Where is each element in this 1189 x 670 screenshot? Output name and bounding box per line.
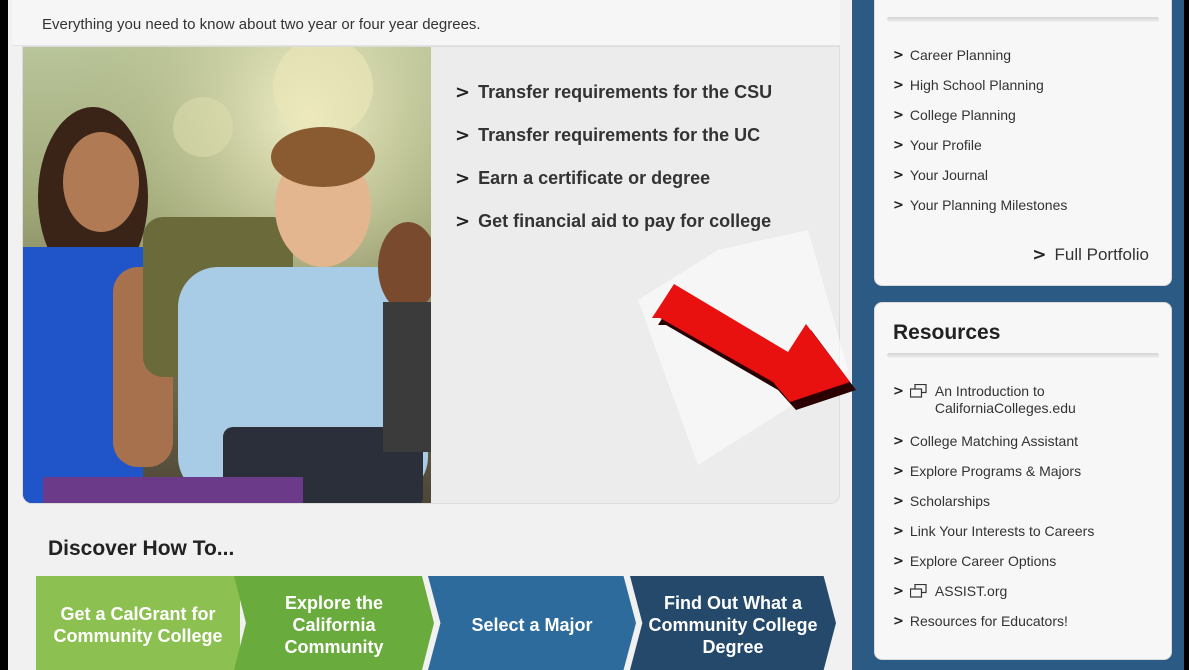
resource-item-label: An Introduction to CaliforniaColleges.ed… xyxy=(934,383,1076,416)
portfolio-item-label: Your Planning Milestones xyxy=(909,197,1068,213)
chevron-right-icon: > xyxy=(455,211,471,232)
chevron-right-icon: > xyxy=(893,434,904,449)
chevron-right-icon: > xyxy=(893,78,904,93)
portfolio-item-label: College Planning xyxy=(909,107,1016,123)
hero-subtitle: Everything you need to know about two ye… xyxy=(42,16,481,33)
portfolio-item-label: High School Planning xyxy=(909,77,1044,93)
portfolio-panel: > Career Planning > High School Planning >… xyxy=(874,0,1172,286)
step-label: Explore the California Community xyxy=(284,593,384,657)
chevron-right-icon: > xyxy=(1032,245,1047,265)
portfolio-item-milestones[interactable]: > Your Planning Milestones xyxy=(893,197,1067,227)
chevron-right-icon: > xyxy=(893,48,904,63)
resource-item-label: Resources for Educators! xyxy=(909,613,1068,629)
hero-link-uc[interactable]: > Transfer requirements for the UC xyxy=(455,114,772,157)
portfolio-item-career-planning[interactable]: > Career Planning xyxy=(893,47,1067,77)
chevron-right-icon: > xyxy=(893,464,904,479)
resource-item-label: ASSIST.org xyxy=(934,583,1008,599)
step-explore-ccc[interactable]: Explore the California Community xyxy=(234,576,434,670)
hero-link-certificate[interactable]: > Earn a certificate or degree xyxy=(455,157,772,200)
hero-header: Everything you need to know about two ye… xyxy=(12,0,840,46)
external-window-icon xyxy=(909,384,927,398)
red-arrow-annotation-icon xyxy=(618,230,878,470)
resource-item-interests[interactable]: > Link Your Interests to Careers xyxy=(893,523,1095,553)
chevron-right-icon: > xyxy=(893,384,904,399)
chevron-right-icon: > xyxy=(893,198,904,213)
resource-item-assist[interactable]: > ASSIST.org xyxy=(893,583,1095,613)
hero-link-label: Transfer requirements for the CSU xyxy=(478,82,773,102)
full-portfolio-link[interactable]: > Full Portfolio xyxy=(1032,245,1149,265)
step-calgrant[interactable]: Get a CalGrant for Community College xyxy=(36,576,240,670)
resource-item-scholarships[interactable]: > Scholarships xyxy=(893,493,1095,523)
resources-panel: Resources > An Introduction to California… xyxy=(874,302,1172,660)
chevron-right-icon: > xyxy=(455,82,471,103)
chevron-right-icon: > xyxy=(893,554,904,569)
page: Everything you need to know about two ye… xyxy=(8,0,1184,670)
portfolio-item-journal[interactable]: > Your Journal xyxy=(893,167,1067,197)
portfolio-list: > Career Planning > High School Planning >… xyxy=(893,47,1067,227)
chevron-right-icon: > xyxy=(893,138,904,153)
hero-link-label: Transfer requirements for the UC xyxy=(478,125,761,145)
chevron-right-icon: > xyxy=(893,614,904,629)
resources-list: > An Introduction to CaliforniaColleges.e… xyxy=(893,379,1095,643)
step-select-major[interactable]: Select a Major xyxy=(428,576,636,670)
chevron-right-icon: > xyxy=(893,168,904,183)
chevron-right-icon: > xyxy=(455,168,471,189)
chevron-right-icon: > xyxy=(893,584,904,599)
resource-item-matching[interactable]: > College Matching Assistant xyxy=(893,433,1095,463)
resource-item-career-options[interactable]: > Explore Career Options xyxy=(893,553,1095,583)
resource-item-educators[interactable]: > Resources for Educators! xyxy=(893,613,1095,643)
resource-item-label: College Matching Assistant xyxy=(909,433,1078,449)
resource-item-intro[interactable]: > An Introduction to CaliforniaColleges.e… xyxy=(893,379,1095,433)
resource-item-label: Link Your Interests to Careers xyxy=(909,523,1095,539)
resource-item-programs[interactable]: > Explore Programs & Majors xyxy=(893,463,1095,493)
chevron-right-icon: > xyxy=(893,524,904,539)
portfolio-item-high-school[interactable]: > High School Planning xyxy=(893,77,1067,107)
hero-link-label: Get financial aid to pay for college xyxy=(478,211,772,231)
portfolio-item-label: Career Planning xyxy=(909,47,1012,63)
divider xyxy=(887,17,1159,22)
resource-item-label: Scholarships xyxy=(909,493,991,509)
discover-steps: Get a CalGrant for Community College Exp… xyxy=(36,576,836,670)
hero-link-csu[interactable]: > Transfer requirements for the CSU xyxy=(455,71,772,114)
hero-link-label: Earn a certificate or degree xyxy=(478,168,711,188)
portfolio-item-profile[interactable]: > Your Profile xyxy=(893,137,1067,167)
students-photo-illustration xyxy=(23,47,431,503)
chevron-right-icon: > xyxy=(455,125,471,146)
full-portfolio-label: Full Portfolio xyxy=(1054,245,1149,264)
resources-title: Resources xyxy=(893,321,1001,344)
chevron-right-icon: > xyxy=(893,494,904,509)
portfolio-item-label: Your Journal xyxy=(909,167,988,183)
portfolio-item-label: Your Profile xyxy=(909,137,982,153)
step-label: Select a Major xyxy=(471,615,593,635)
step-label: Find Out What a Community College Degree xyxy=(648,593,818,657)
hero-links: > Transfer requirements for the CSU > Tran… xyxy=(455,71,772,243)
students-photo xyxy=(23,47,431,503)
resource-item-label: Explore Programs & Majors xyxy=(909,463,1082,479)
divider xyxy=(887,353,1159,358)
step-label: Get a CalGrant for Community College xyxy=(53,604,223,646)
discover-title: Discover How To... xyxy=(48,537,235,560)
chevron-right-icon: > xyxy=(893,108,904,123)
red-arrow-graphic xyxy=(638,230,856,465)
external-window-icon xyxy=(909,584,927,598)
step-degree[interactable]: Find Out What a Community College Degree xyxy=(630,576,836,670)
portfolio-item-college[interactable]: > College Planning xyxy=(893,107,1067,137)
resource-item-label: Explore Career Options xyxy=(909,553,1057,569)
